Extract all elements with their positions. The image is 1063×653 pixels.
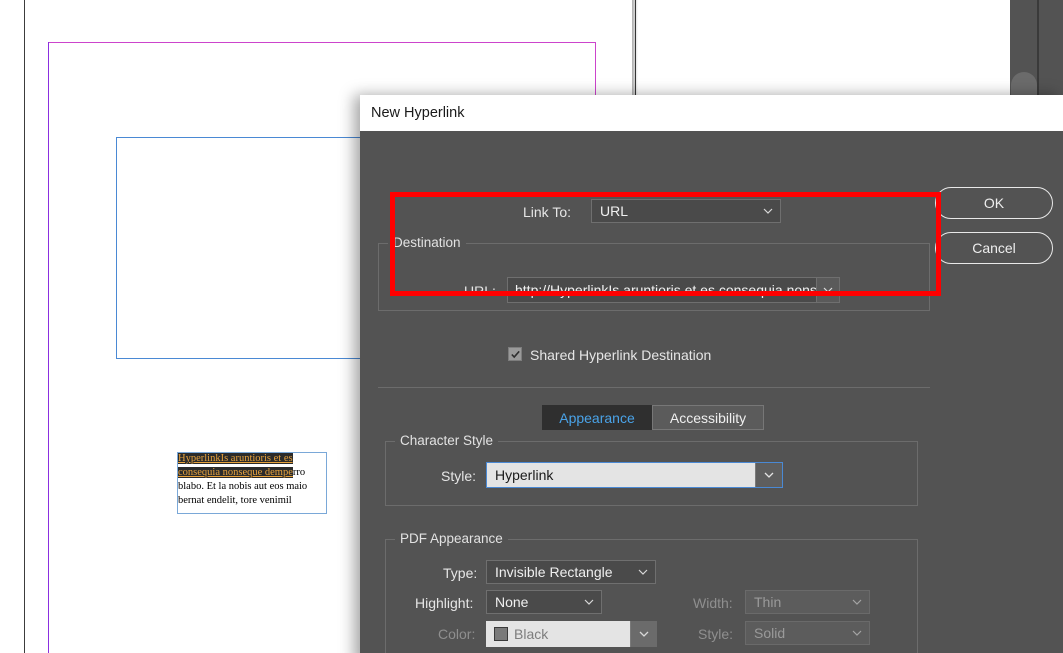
pdf-color-select[interactable]: Black	[486, 621, 657, 647]
pdf-color-dropdown-button[interactable]	[630, 621, 657, 647]
dialog-body: Link To: URL Destination URL: http://Hyp…	[360, 131, 1063, 653]
doc-text-line: HyperlinkIs aruntioris et es	[178, 452, 330, 466]
pdf-width-label: Width:	[693, 595, 733, 611]
document-text-block[interactable]: HyperlinkIs aruntioris et es consequia n…	[178, 452, 330, 508]
color-swatch-icon	[494, 627, 508, 641]
url-input-value: http://HyperlinkIs aruntioris et es cons…	[515, 282, 832, 298]
destination-group-label: Destination	[388, 235, 466, 250]
character-style-group-label: Character Style	[395, 433, 499, 448]
doc-text-plain: blabo. Et la nobis aut eos maio	[178, 481, 308, 492]
tab-appearance-label: Appearance	[559, 409, 635, 426]
character-style-dropdown-button[interactable]	[755, 463, 782, 487]
pdf-type-select[interactable]: Invisible Rectangle	[486, 560, 656, 584]
check-icon	[510, 350, 520, 358]
hyperlink-selected-text: HyperlinkIs aruntioris et es	[178, 453, 293, 464]
chevron-down-icon	[763, 208, 773, 214]
link-to-label: Link To:	[523, 204, 571, 220]
dialog-titlebar[interactable]: New Hyperlink	[360, 95, 1063, 131]
pdf-style-value: Solid	[754, 625, 786, 641]
cancel-button-label: Cancel	[972, 240, 1016, 256]
hyperlink-selected-text: consequia nonseque dempe	[178, 467, 293, 478]
link-to-select[interactable]: URL	[591, 199, 781, 223]
url-label: URL:	[464, 283, 496, 299]
ok-button[interactable]: OK	[935, 187, 1053, 219]
chevron-down-icon	[764, 472, 774, 478]
style-label: Style:	[441, 468, 477, 484]
tab-accessibility-label: Accessibility	[669, 409, 747, 426]
tab-appearance[interactable]: Appearance	[542, 405, 652, 430]
chevron-down-icon	[638, 569, 648, 575]
pdf-width-value: Thin	[754, 594, 782, 610]
pdf-style-label: Style:	[698, 626, 734, 642]
chevron-down-icon	[584, 599, 594, 605]
character-style-select[interactable]: Hyperlink	[486, 462, 783, 488]
section-divider	[378, 387, 930, 388]
pdf-color-value: Black	[514, 626, 549, 642]
pdf-width-select[interactable]: Thin	[745, 590, 870, 614]
shared-hyperlink-label: Shared Hyperlink Destination	[530, 347, 712, 363]
character-style-value: Hyperlink	[495, 467, 554, 483]
margin-guide-left	[48, 42, 49, 653]
url-input[interactable]: http://HyperlinkIs aruntioris et es cons…	[507, 277, 840, 303]
doc-text-plain: rro	[292, 467, 306, 478]
chevron-down-icon	[852, 599, 862, 605]
ok-button-label: OK	[983, 195, 1005, 211]
pdf-type-label: Type:	[443, 565, 478, 581]
shared-hyperlink-checkbox[interactable]	[508, 347, 522, 361]
cancel-button[interactable]: Cancel	[935, 232, 1053, 264]
dialog-title: New Hyperlink	[371, 105, 465, 121]
pdf-type-value: Invisible Rectangle	[495, 564, 613, 580]
screenshot-root: HyperlinkIs aruntioris et es consequia n…	[0, 0, 1063, 653]
pdf-appearance-group-label: PDF Appearance	[395, 531, 508, 546]
pdf-highlight-select[interactable]: None	[486, 590, 602, 614]
link-to-value: URL	[600, 203, 629, 219]
pdf-style-select[interactable]: Solid	[745, 621, 870, 645]
doc-text-line: consequia nonseque demperro	[178, 466, 330, 480]
doc-text-line: bernat endelit, tore venimil	[178, 494, 330, 508]
pdf-highlight-label: Highlight:	[415, 595, 474, 611]
doc-text-plain: bernat endelit, tore venimil	[178, 495, 292, 506]
new-hyperlink-dialog: New Hyperlink Link To: URL Destination U…	[360, 95, 1063, 653]
pdf-highlight-value: None	[495, 594, 529, 610]
doc-text-line: blabo. Et la nobis aut eos maio	[178, 480, 330, 494]
tab-accessibility[interactable]: Accessibility	[652, 405, 764, 430]
pdf-color-label: Color:	[438, 626, 476, 642]
chevron-down-icon	[639, 631, 649, 637]
chevron-down-icon	[852, 630, 862, 636]
url-dropdown-button[interactable]	[816, 278, 839, 302]
